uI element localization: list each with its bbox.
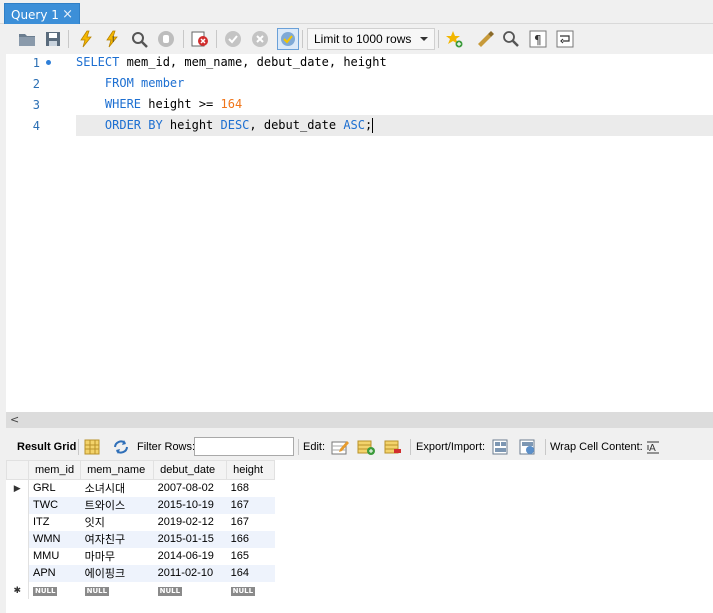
commit-icon[interactable] bbox=[222, 28, 244, 50]
cell-mem-name[interactable]: 소녀시대 bbox=[81, 480, 154, 497]
code-line-2: FROM member bbox=[76, 76, 185, 90]
null-badge: NULL bbox=[84, 587, 110, 596]
line-number: 4 bbox=[32, 119, 40, 133]
line-number: 3 bbox=[32, 98, 40, 112]
sql-editor[interactable]: 1 2 3 4 SELECT mem_id, mem_name, debut_d… bbox=[6, 54, 713, 412]
result-table: mem_id mem_name debut_date height ▶ GRL … bbox=[6, 460, 276, 599]
cell-height[interactable]: 166 bbox=[226, 530, 275, 548]
sql-toolbar: I Limit to 1000 rows ¶ bbox=[0, 24, 713, 54]
new-row-marker-icon: ✱ bbox=[6, 581, 29, 599]
add-row-icon[interactable] bbox=[357, 438, 375, 456]
column-header-mem-id[interactable]: mem_id bbox=[27, 460, 82, 480]
tab-bar: Query 1 × bbox=[0, 0, 713, 25]
column-header-height[interactable]: height bbox=[226, 460, 276, 480]
wrap-cell-icon[interactable]: A bbox=[645, 438, 663, 456]
table-row[interactable]: TWC 트와이스 2015-10-19 167 bbox=[6, 496, 275, 514]
code-line-4: ORDER BY height DESC, debut_date ASC; bbox=[76, 115, 713, 136]
current-row-marker-icon: ▶ bbox=[6, 479, 29, 497]
autocommit-icon[interactable] bbox=[277, 28, 299, 50]
filter-rows-label: Filter Rows: bbox=[137, 441, 196, 453]
limit-rows-select[interactable]: Limit to 1000 rows bbox=[307, 28, 435, 50]
limit-rows-value: Limit to 1000 rows bbox=[314, 32, 412, 46]
cell-mem-id[interactable]: WMN bbox=[28, 530, 81, 548]
find-icon[interactable] bbox=[500, 28, 522, 50]
cell-mem-name[interactable]: 잇지 bbox=[81, 514, 154, 531]
cell-mem-id[interactable]: TWC bbox=[28, 496, 81, 514]
open-folder-icon[interactable] bbox=[16, 28, 38, 50]
svg-text:A: A bbox=[649, 443, 656, 454]
cell-mem-name[interactable]: 마마무 bbox=[81, 548, 154, 565]
row-selector-header bbox=[6, 460, 29, 480]
stop-icon[interactable] bbox=[155, 28, 177, 50]
tab-query-1[interactable]: Query 1 × bbox=[4, 3, 80, 25]
filter-rows-input[interactable] bbox=[194, 437, 294, 456]
invisible-chars-icon[interactable]: ¶ bbox=[527, 28, 549, 50]
cell-mem-id[interactable]: GRL bbox=[29, 480, 81, 497]
editor-horizontal-scrollbar[interactable]: < bbox=[6, 412, 713, 428]
tab-label: Query 1 bbox=[11, 8, 59, 22]
cell-debut-date[interactable]: 2015-01-15 bbox=[153, 530, 227, 548]
toggle-error-icon[interactable] bbox=[189, 28, 211, 50]
wrap-cell-label: Wrap Cell Content: bbox=[550, 441, 643, 453]
delete-row-icon[interactable] bbox=[384, 438, 402, 456]
close-icon[interactable]: × bbox=[62, 7, 73, 22]
import-icon[interactable] bbox=[519, 438, 537, 456]
cell-debut-date[interactable]: 2014-06-19 bbox=[154, 548, 227, 565]
beautify-icon[interactable] bbox=[474, 28, 496, 50]
cell-mem-name[interactable]: 트와이스 bbox=[80, 496, 154, 514]
null-badge: NULL bbox=[157, 587, 183, 596]
null-badge: NULL bbox=[33, 587, 58, 596]
cell-debut-date[interactable]: 2019-02-12 bbox=[154, 514, 227, 531]
new-row[interactable]: ✱ NULL NULL NULL NULL bbox=[6, 581, 275, 599]
cell-height[interactable]: 164 bbox=[226, 564, 275, 582]
edit-row-icon[interactable] bbox=[331, 438, 349, 456]
add-snippet-icon[interactable] bbox=[443, 28, 465, 50]
edit-label: Edit: bbox=[303, 441, 326, 453]
execute-current-icon[interactable]: I bbox=[101, 28, 123, 50]
cell-height[interactable]: 167 bbox=[226, 496, 275, 514]
cell-debut-date[interactable]: 2011-02-10 bbox=[153, 564, 227, 582]
cell-height[interactable]: 168 bbox=[227, 480, 275, 497]
chevron-down-icon bbox=[420, 37, 428, 41]
wrap-lines-icon[interactable] bbox=[554, 28, 576, 50]
scroll-left-icon[interactable]: < bbox=[10, 413, 19, 426]
cell-mem-name[interactable]: 에이핑크 bbox=[80, 564, 154, 582]
table-row[interactable]: WMN 여자친구 2015-01-15 166 bbox=[6, 530, 275, 548]
result-grid-label[interactable]: Result Grid bbox=[17, 441, 76, 453]
result-grid[interactable]: mem_id mem_name debut_date height ▶ GRL … bbox=[6, 460, 713, 613]
svg-text:I: I bbox=[112, 35, 114, 44]
line-number: 1 bbox=[32, 56, 40, 70]
grid-view-icon[interactable] bbox=[84, 438, 102, 456]
result-toolbar: Result Grid Filter Rows: Edit: Export/Im… bbox=[0, 434, 713, 460]
cell-debut-date[interactable]: 2007-08-02 bbox=[154, 480, 227, 497]
table-row[interactable]: APN 에이핑크 2011-02-10 164 bbox=[6, 564, 275, 582]
export-import-label: Export/Import: bbox=[416, 441, 486, 453]
table-row[interactable]: ▶ GRL 소녀시대 2007-08-02 168 bbox=[6, 479, 275, 497]
code-line-1: SELECT mem_id, mem_name, debut_date, hei… bbox=[76, 55, 387, 69]
null-badge: NULL bbox=[230, 587, 256, 596]
column-header-debut-date[interactable]: debut_date bbox=[153, 460, 228, 480]
cell-mem-id[interactable]: MMU bbox=[29, 548, 81, 565]
cell-mem-id[interactable]: ITZ bbox=[29, 514, 81, 531]
cell-height[interactable]: 165 bbox=[227, 548, 275, 565]
cell-height[interactable]: 167 bbox=[227, 514, 275, 531]
explain-icon[interactable] bbox=[128, 28, 150, 50]
rollback-icon[interactable] bbox=[249, 28, 271, 50]
table-row[interactable]: ITZ 잇지 2019-02-12 167 bbox=[6, 513, 275, 531]
statement-marker-icon bbox=[46, 60, 51, 65]
execute-icon[interactable] bbox=[75, 28, 97, 50]
cell-mem-name[interactable]: 여자친구 bbox=[80, 530, 154, 548]
text-cursor bbox=[372, 118, 374, 133]
line-number: 2 bbox=[32, 77, 40, 91]
column-header-mem-name[interactable]: mem_name bbox=[80, 460, 155, 480]
export-icon[interactable] bbox=[492, 438, 510, 456]
svg-text:¶: ¶ bbox=[534, 33, 542, 47]
cell-debut-date[interactable]: 2015-10-19 bbox=[153, 496, 227, 514]
code-line-3: WHERE height >= 164 bbox=[76, 97, 243, 111]
cell-mem-id[interactable]: APN bbox=[28, 564, 81, 582]
save-icon[interactable] bbox=[42, 28, 64, 50]
refresh-icon[interactable] bbox=[112, 438, 130, 456]
table-row[interactable]: MMU 마마무 2014-06-19 165 bbox=[6, 547, 275, 565]
